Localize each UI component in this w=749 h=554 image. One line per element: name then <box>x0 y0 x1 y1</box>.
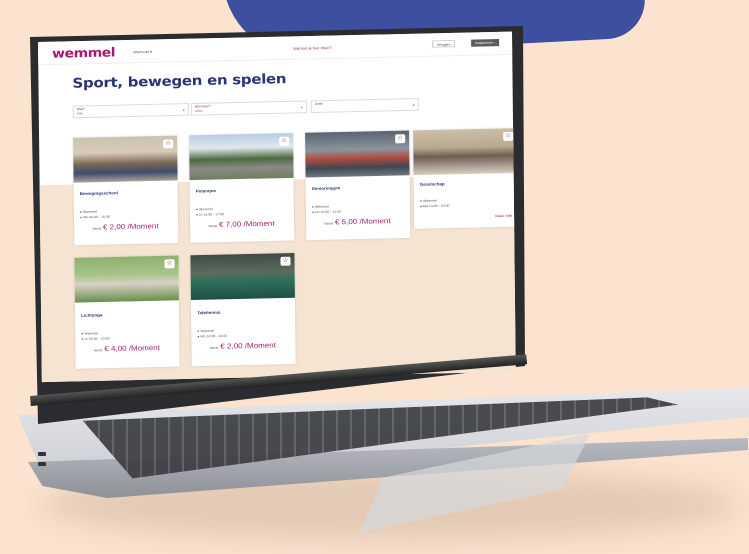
register-button[interactable]: Registreren › <box>471 39 500 47</box>
price-value: € 4,00 /Moment <box>104 343 160 353</box>
price-prefix: Vanaf <box>209 345 219 350</box>
help-link[interactable]: Wat kan ik hier doen? <box>293 45 332 50</box>
price-prefix: Vanaf <box>93 348 103 353</box>
price-value: € 7,00 /Moment <box>218 219 275 229</box>
time-text: Wo 09:30 - 10:30 <box>83 214 110 220</box>
time-text: Di 14:00 - 17:00 <box>199 212 224 217</box>
activity-photo: ☆ <box>413 128 516 176</box>
card-title: Gezelschap <box>419 181 445 187</box>
star-icon[interactable]: ☆ <box>280 256 291 266</box>
location-text: Wemmel <box>198 207 213 212</box>
card-title: Lichtyoga <box>81 312 103 318</box>
page-title: Sport, bewegen en spelen <box>72 70 287 92</box>
card-title: Tafeltennis <box>197 310 221 316</box>
card-price: Vanaf € 2,00 /Moment <box>92 222 159 232</box>
wemmel-logo[interactable]: wemmel <box>52 46 115 62</box>
price-value: € 2,00 /Moment <box>220 341 276 351</box>
price-prefix: Vanaf <box>324 221 334 226</box>
location-text: Wemmel <box>82 209 97 214</box>
card-price: Vanaf € 4,00 /Moment <box>93 344 160 354</box>
filter-when[interactable]: Wanneer? Altijd ▾ <box>190 100 307 116</box>
card-title: Bewegingsschool <box>79 190 118 196</box>
location-text: Wemmel <box>84 331 99 336</box>
card-time: ● Wo 09:30 - 10:30 <box>79 214 110 220</box>
filter-value: Altijd <box>194 109 203 113</box>
star-icon[interactable]: ☆ <box>395 134 406 144</box>
star-icon[interactable]: ☆ <box>164 259 175 269</box>
activity-card[interactable]: ☆ Petanque ● Wemmel ● Di 14:00 - 17:00 V… <box>189 133 295 243</box>
location-text: Wemmel <box>200 329 215 333</box>
municipality-select[interactable]: Wemmel ▾ <box>133 49 152 54</box>
filter-label: Wanneer? <box>194 104 211 109</box>
card-price: Vanaf € 2,00 /Moment <box>209 341 276 351</box>
location-text: Wemmel <box>422 198 437 203</box>
filter-label: Wat? <box>76 107 85 111</box>
activity-photo: ☆ <box>190 253 295 301</box>
star-icon[interactable]: ☆ <box>163 139 174 149</box>
card-price: Vanaf € 5,00 /Moment <box>324 217 391 227</box>
time-text: Ma 14:00 - 16:00 <box>423 203 450 209</box>
price-prefix: Vanaf <box>208 224 218 229</box>
more-info-link[interactable]: Meer info <box>495 213 512 218</box>
activity-photo: ☆ <box>74 255 179 303</box>
chevron-down-icon: ▾ <box>182 107 185 113</box>
price-value: € 5,00 /Moment <box>334 216 391 227</box>
card-price: Vanaf € 7,00 /Moment <box>208 219 275 229</box>
location-text: Wemmel <box>314 204 329 209</box>
activity-photo: ☆ <box>189 133 294 181</box>
card-time: ● Do 10:00 - 11:00 <box>311 209 341 215</box>
filter-label: Zoek <box>314 101 323 106</box>
filter-search[interactable]: Zoek ▾ <box>310 98 419 113</box>
time-text: Vr 09:30 - 10:30 <box>84 336 110 341</box>
activity-card[interactable]: ☆ Tafeltennis ● Wemmel ● Wo 14:00 - 16:0… <box>190 253 296 367</box>
activity-photo: ☆ <box>73 135 178 183</box>
filter-what[interactable]: Wat? Alle ▾ <box>72 103 189 119</box>
activity-card[interactable]: ☆ Lichtyoga ● Wemmel ● Vr 09:30 - 10:30 … <box>74 255 180 369</box>
card-time: ● Wo 14:00 - 16:00 <box>197 334 228 339</box>
card-title: Seniorengym <box>311 185 341 191</box>
time-text: Do 10:00 - 11:00 <box>315 209 341 215</box>
card-title: Petanque <box>195 188 216 194</box>
star-icon[interactable]: ☆ <box>279 136 290 146</box>
activity-card[interactable]: ☆ Seniorengym ● Wemmel ● Do 10:00 - 11:0… <box>305 130 411 241</box>
price-value: € 2,00 /Moment <box>102 221 159 232</box>
time-text: Wo 14:00 - 16:00 <box>200 334 228 339</box>
laptop-screen: wemmel Wemmel ▾ Wat kan ik hier doen? In… <box>0 0 749 554</box>
activity-card[interactable]: ☆ Gezelschap ● Wemmel ● Ma 14:00 - 16:00… <box>413 128 516 229</box>
activity-card[interactable]: ☆ Bewegingsschool ● Wemmel ● Wo 09:30 - … <box>73 135 179 246</box>
chevron-down-icon: ▾ <box>300 105 303 110</box>
login-button[interactable]: Inloggen <box>432 39 456 48</box>
price-prefix: Vanaf <box>92 226 102 231</box>
filter-value: Alle <box>76 111 83 116</box>
card-time: ● Di 14:00 - 17:00 <box>195 212 224 217</box>
activity-photo: ☆ <box>305 130 410 178</box>
card-time: ● Ma 14:00 - 16:00 <box>419 203 450 209</box>
card-time: ● Vr 09:30 - 10:30 <box>81 336 110 341</box>
website-viewport: wemmel Wemmel ▾ Wat kan ik hier doen? In… <box>38 31 516 383</box>
star-icon[interactable]: ☆ <box>503 131 514 141</box>
chevron-down-icon: ▾ <box>412 102 415 108</box>
